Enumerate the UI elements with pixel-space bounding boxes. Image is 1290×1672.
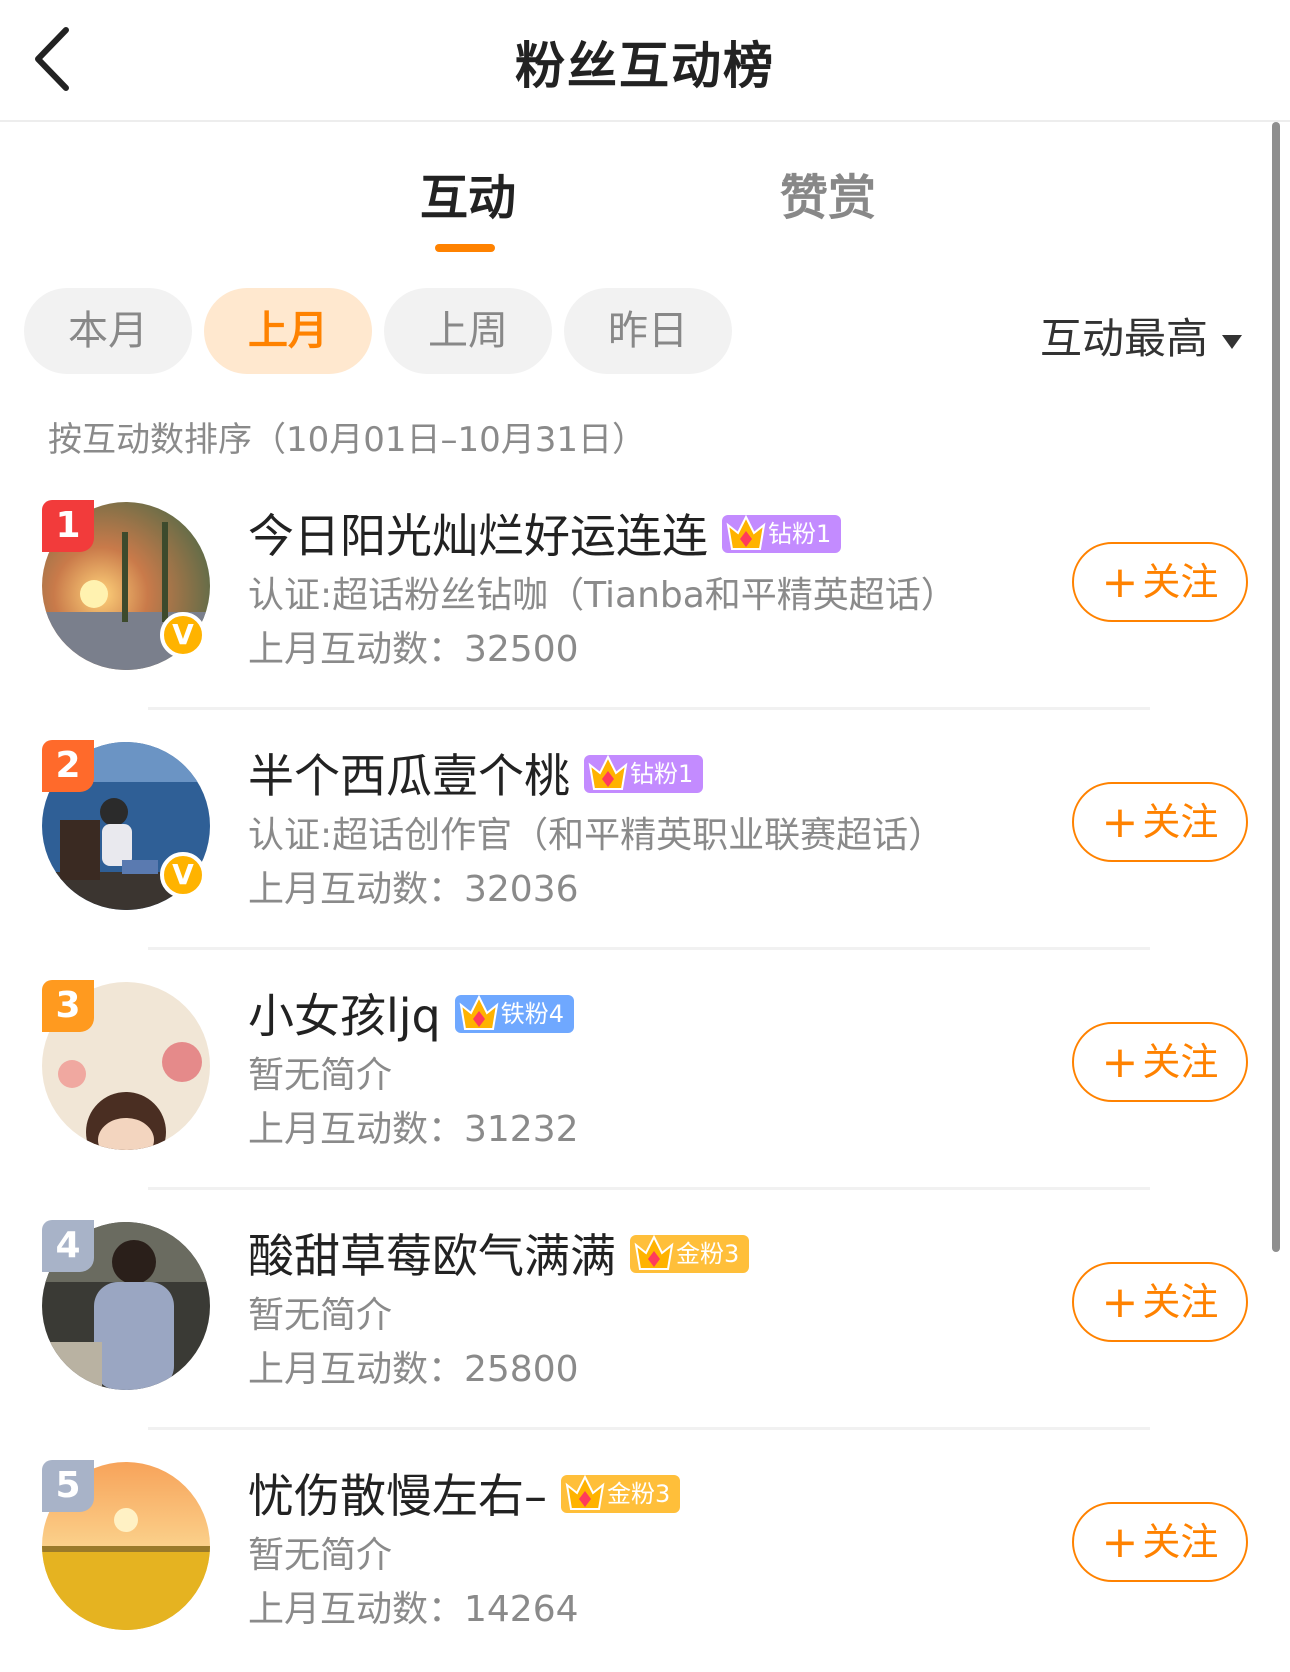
fan-level-badge: 钻粉1 — [584, 754, 704, 793]
crown-icon — [588, 754, 628, 790]
sort-dropdown[interactable]: 互动最高 — [1040, 305, 1243, 366]
period-this-month[interactable]: 本月 — [24, 288, 192, 374]
follow-button[interactable]: + 关注 — [1072, 542, 1248, 622]
fan-desc: 认证:超话粉丝钻咖（Tianba和平精英超话） — [248, 575, 957, 616]
fan-level-badge: 金粉3 — [561, 1474, 681, 1513]
list-item: 1 V 今日阳光灿烂好运连连 钻粉1 认证:超话粉丝钻咖（Tianba和平精英超话… — [0, 470, 1290, 710]
period-yesterday[interactable]: 昨日 — [564, 288, 732, 374]
fan-level-badge: 铁粉4 — [454, 994, 575, 1033]
page-title: 粉丝互动榜 — [515, 37, 775, 95]
rank-badge: 5 — [42, 1460, 94, 1512]
follow-button[interactable]: + 关注 — [1072, 1022, 1248, 1102]
fan-desc: 暂无简介 — [248, 1535, 393, 1576]
fan-name[interactable]: 半个西瓜壹个桃 钻粉1 — [248, 740, 704, 806]
verified-icon: V — [160, 612, 206, 658]
follow-label: 关注 — [1142, 1520, 1219, 1564]
fan-name-text: 酸甜草莓欧气满满 — [248, 1229, 616, 1283]
plus-icon: + — [1101, 1037, 1139, 1088]
list-item: 3 小女孩ljq 铁粉4 暂无简介 上月互动数：31232 + 关注 — [0, 950, 1290, 1190]
sort-hint: 按互动数排序（10月01日–10月31日） — [48, 420, 647, 460]
badge-label: 铁粉4 — [500, 999, 565, 1028]
badge-label: 金粉3 — [676, 1239, 740, 1268]
fan-desc: 暂无简介 — [248, 1055, 393, 1096]
interaction-count: 上月互动数：25800 — [248, 1349, 579, 1390]
nav-bar: 粉丝互动榜 — [0, 0, 1290, 122]
follow-button[interactable]: + 关注 — [1072, 1502, 1248, 1582]
list-item: 5 忧伤散慢左右– 金粉3 暂无简介 上月互动数：14264 + 关注 — [0, 1430, 1290, 1670]
verified-icon: V — [160, 852, 206, 898]
fan-desc: 暂无简介 — [248, 1295, 393, 1336]
period-last-week[interactable]: 上周 — [384, 288, 552, 374]
follow-label: 关注 — [1142, 560, 1219, 604]
sort-label: 互动最高 — [1040, 314, 1209, 363]
fan-name-text: 忧伤散慢左右– — [248, 1469, 547, 1523]
tab-underline — [435, 244, 495, 252]
fan-name[interactable]: 今日阳光灿烂好运连连 钻粉1 — [248, 500, 842, 566]
follow-label: 关注 — [1142, 1040, 1219, 1084]
fan-name[interactable]: 忧伤散慢左右– 金粉3 — [248, 1460, 681, 1526]
fan-level-badge: 金粉3 — [630, 1234, 750, 1273]
badge-label: 钻粉1 — [768, 519, 832, 548]
crown-icon — [565, 1474, 605, 1510]
badge-label: 钻粉1 — [630, 759, 694, 788]
rank-badge: 3 — [42, 980, 94, 1032]
fan-name-text: 半个西瓜壹个桃 — [248, 749, 570, 803]
crown-icon — [634, 1234, 674, 1270]
plus-icon: + — [1101, 1517, 1139, 1568]
fan-name[interactable]: 小女孩ljq 铁粉4 — [248, 980, 575, 1046]
tab-interaction[interactable]: 互动 — [420, 158, 516, 228]
plus-icon: + — [1101, 557, 1139, 608]
plus-icon: + — [1101, 1277, 1139, 1328]
fan-level-badge: 钻粉1 — [722, 514, 842, 553]
crown-icon — [726, 514, 766, 550]
follow-button[interactable]: + 关注 — [1072, 1262, 1248, 1342]
follow-button[interactable]: + 关注 — [1072, 782, 1248, 862]
rank-badge: 4 — [42, 1220, 94, 1272]
interaction-count: 上月互动数：14264 — [248, 1589, 579, 1630]
plus-icon: + — [1101, 797, 1139, 848]
follow-label: 关注 — [1142, 1280, 1219, 1324]
fan-name[interactable]: 酸甜草莓欧气满满 金粉3 — [248, 1220, 750, 1286]
list-item: 4 酸甜草莓欧气满满 金粉3 暂无简介 上月互动数：25800 + 关注 — [0, 1190, 1290, 1430]
badge-label: 金粉3 — [607, 1479, 671, 1508]
fan-name-text: 小女孩ljq — [248, 989, 441, 1043]
tab-bar: 互动 赞赏 — [0, 150, 1290, 260]
interaction-count: 上月互动数：31232 — [248, 1109, 579, 1150]
rank-badge: 2 — [42, 740, 94, 792]
list-item: 2 V 半个西瓜壹个桃 钻粉1 认证:超话创作官（和平精英职业联赛超话） 上月互动… — [0, 710, 1290, 950]
fan-name-text: 今日阳光灿烂好运连连 — [248, 509, 708, 563]
rank-badge: 1 — [42, 500, 94, 552]
caret-down-icon — [1222, 334, 1243, 349]
fan-desc: 认证:超话创作官（和平精英职业联赛超话） — [248, 815, 945, 856]
tab-reward[interactable]: 赞赏 — [780, 158, 876, 228]
crown-icon — [459, 994, 499, 1030]
follow-label: 关注 — [1142, 800, 1219, 844]
period-last-month[interactable]: 上月 — [204, 288, 372, 374]
interaction-count: 上月互动数：32036 — [248, 869, 579, 910]
interaction-count: 上月互动数：32500 — [248, 629, 579, 670]
